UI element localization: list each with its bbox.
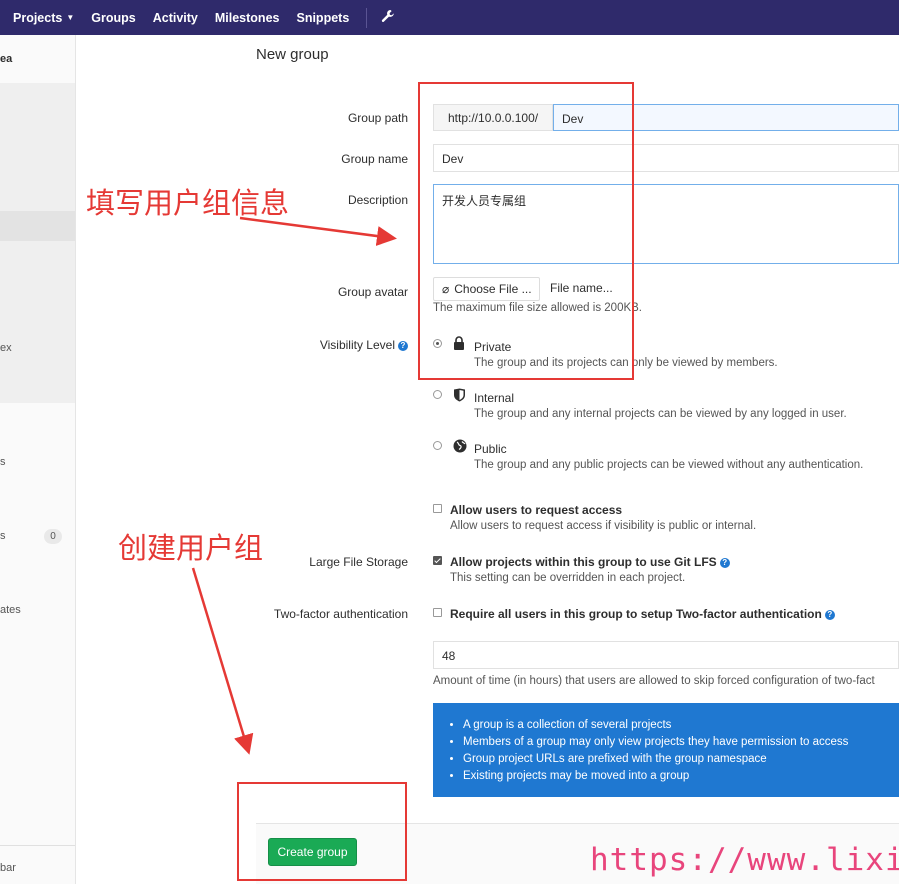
page: Projects ▼ Groups Activity Milestones Sn… xyxy=(0,0,899,884)
arrow-to-create xyxy=(191,567,254,755)
annotation-arrows xyxy=(191,216,397,755)
watermark: https://www.lixian.fun xyxy=(590,842,899,878)
arrow-to-form xyxy=(239,216,397,246)
